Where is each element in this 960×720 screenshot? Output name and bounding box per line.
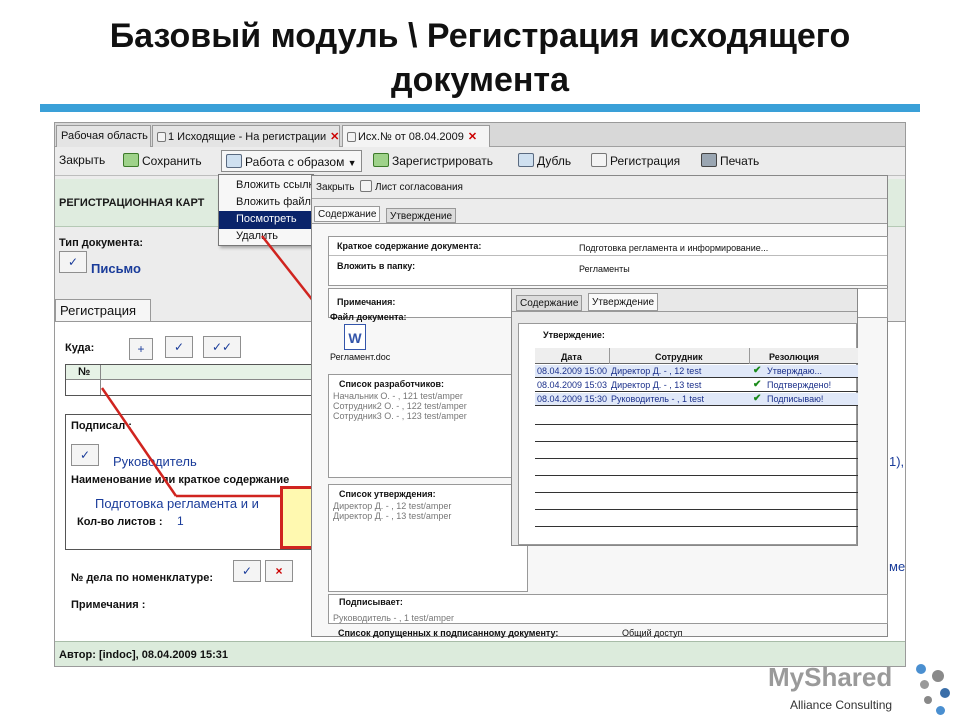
dev-item: Сотрудник3 О. - , 123 test/amper	[333, 411, 467, 421]
tab-content[interactable]: Содержание	[314, 206, 381, 222]
folder-label: Вложить в папку:	[337, 261, 416, 271]
folder-value: Регламенты	[579, 264, 630, 274]
file-name: Регламент.doc	[330, 352, 391, 362]
approval-table: Дата Сотрудник Резолюция 08.04.2009 15:0…	[535, 348, 858, 544]
checkmark-icon: ✔	[753, 365, 762, 376]
approval-history-window: Содержание Утверждение Утверждение: Дата…	[511, 288, 858, 546]
approval-item: Директор Д. - , 12 test/amper	[333, 501, 452, 511]
table-row[interactable]: 08.04.2009 15:30 Руководитель - , 1 test…	[535, 393, 858, 406]
checkmark-icon: ✔	[753, 393, 762, 404]
access-label: Список допущенных к подписанному докумен…	[338, 628, 559, 638]
sheet-icon	[360, 180, 372, 192]
approval-list-block: Список утверждения: Директор Д. - , 12 t…	[328, 484, 528, 592]
approval-section-label: Утверждение:	[543, 330, 605, 340]
preview-close-button[interactable]: Закрыть	[316, 182, 355, 193]
developers-block: Список разработчиков: Начальник О. - , 1…	[328, 374, 528, 478]
file-attachment[interactable]: W Регламент.doc	[330, 324, 394, 364]
approval-panel: Утверждение: Дата Сотрудник Резолюция 08…	[518, 323, 858, 545]
footer-company: Alliance Consulting	[790, 698, 893, 712]
tab-content-w2[interactable]: Содержание	[516, 295, 583, 311]
notes-label-w1: Примечания:	[337, 297, 396, 307]
signer-block: Подписывает: Руководитель - , 1 test/amp…	[328, 594, 888, 624]
column-resolution: Резолюция	[769, 352, 820, 362]
decorative-dots	[910, 662, 960, 720]
tab-approval[interactable]: Утверждение	[386, 208, 457, 223]
approval-sheet-button[interactable]: Лист согласования	[360, 180, 463, 193]
signer-label: Подписывает:	[339, 597, 403, 607]
access-value: Общий доступ	[622, 628, 683, 638]
summary-label: Краткое содержание документа:	[337, 241, 482, 251]
file-label: Файл документа:	[330, 312, 407, 322]
logo-text: MyShared	[768, 662, 893, 692]
dev-list-label: Список разработчиков:	[339, 379, 444, 389]
summary-value: Подготовка регламента и информирование..…	[579, 243, 769, 253]
column-date: Дата	[561, 352, 582, 362]
highlight-box	[280, 486, 314, 549]
summary-block: Краткое содержание документа: Подготовка…	[328, 236, 888, 286]
word-doc-icon: W	[344, 324, 366, 350]
dev-item: Начальник О. - , 121 test/amper	[333, 391, 463, 401]
checkmark-icon: ✔	[753, 379, 762, 390]
signer-value: Руководитель - , 1 test/amper	[333, 613, 455, 623]
approval-list-label: Список утверждения:	[339, 489, 436, 499]
myshared-logo: MyShared	[768, 662, 892, 693]
table-row[interactable]: 08.04.2009 15:00 Директор Д. - , 12 test…	[535, 365, 858, 378]
table-row[interactable]: 08.04.2009 15:03 Директор Д. - , 13 test…	[535, 379, 858, 392]
tab-approval-w2[interactable]: Утверждение	[588, 293, 659, 311]
dev-item: Сотрудник2 О. - , 122 test/amper	[333, 401, 467, 411]
approval-item: Директор Д. - , 13 test/amper	[333, 511, 452, 521]
column-employee: Сотрудник	[655, 352, 703, 362]
